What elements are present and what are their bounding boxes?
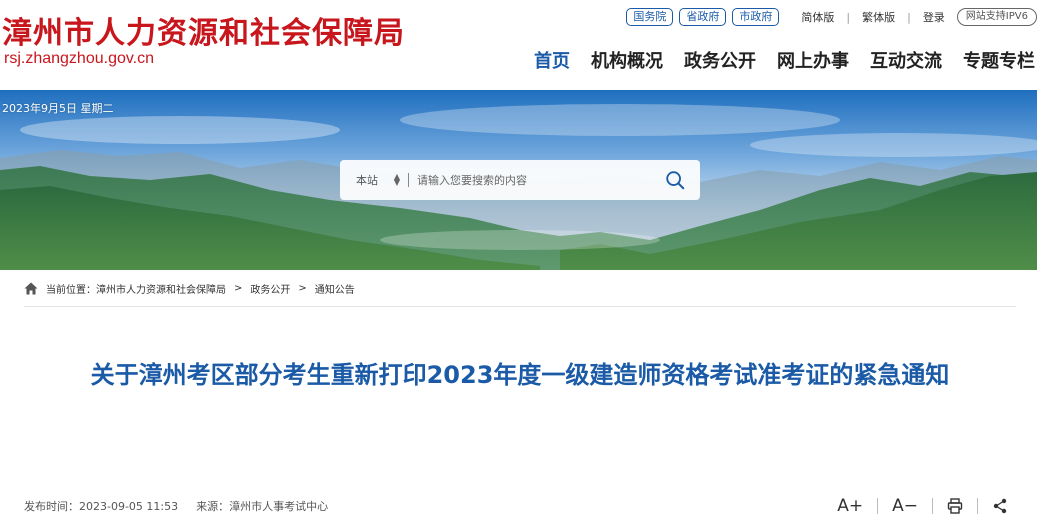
home-icon <box>24 282 38 295</box>
top-links: 国务院 省政府 市政府 简体版 | 繁体版 | 登录 网站支持IPV6 <box>626 8 1037 26</box>
ipv6-badge: 网站支持IPV6 <box>956 8 1037 26</box>
banner: 2023年9月5日 星期二 本站 ▲ ▼ <box>0 90 1037 270</box>
site-url: rsj.zhangzhou.gov.cn <box>4 50 155 67</box>
font-larger-button[interactable]: A+ <box>829 496 871 516</box>
breadcrumb-item-government-affairs[interactable]: 政务公开 <box>250 281 290 296</box>
divider <box>932 498 933 514</box>
nav-home[interactable]: 首页 <box>534 47 570 73</box>
breadcrumb-label: 当前位置： <box>46 285 96 296</box>
print-button[interactable] <box>939 498 971 514</box>
link-city-gov[interactable]: 市政府 <box>732 8 780 26</box>
search-input[interactable] <box>417 173 664 187</box>
link-provincial-gov[interactable]: 省政府 <box>679 8 727 26</box>
breadcrumb-separator: > <box>234 283 243 294</box>
publish-time: 发布时间：2023-09-05 11:53 <box>24 498 178 514</box>
current-date: 2023年9月5日 星期二 <box>2 102 114 115</box>
share-icon <box>993 498 1007 514</box>
divider <box>977 498 978 514</box>
publish-time-label: 发布时间： <box>24 500 79 513</box>
article-title: 关于漳州考区部分考生重新打印2023年度一级建造师资格考试准考证的紧急通知 <box>90 361 950 389</box>
article-meta: 发布时间：2023-09-05 11:53 来源：漳州市人事考试中心 A+ A− <box>24 496 1016 516</box>
link-state-council[interactable]: 国务院 <box>626 8 674 26</box>
site-header: 漳州市人力资源和社会保障局 rsj.zhangzhou.gov.cn 国务院 省… <box>0 0 1037 90</box>
traditional-chinese-link[interactable]: 繁体版 <box>862 9 895 25</box>
site-logo-title[interactable]: 漳州市人力资源和社会保障局 <box>2 8 405 52</box>
nav-interaction[interactable]: 互动交流 <box>870 47 942 73</box>
breadcrumb: 当前位置： 漳州市人力资源和社会保障局 > 政务公开 > 通知公告 <box>24 279 1016 307</box>
article-tools: A+ A− <box>829 496 1016 516</box>
nav-online-services[interactable]: 网上办事 <box>777 47 849 73</box>
print-icon <box>947 498 963 514</box>
search-icon[interactable] <box>664 169 686 191</box>
article-source: 来源：漳州市人事考试中心 <box>196 498 328 514</box>
breadcrumb-item-notices[interactable]: 通知公告 <box>315 281 355 296</box>
divider <box>877 498 879 514</box>
source-label: 来源： <box>196 500 230 513</box>
login-link[interactable]: 登录 <box>923 9 945 25</box>
divider: | <box>907 10 911 24</box>
divider <box>408 173 409 187</box>
main-nav: 首页 机构概况 政务公开 网上办事 互动交流 专题专栏 <box>513 47 1035 73</box>
font-smaller-button[interactable]: A− <box>884 496 926 516</box>
nav-organization[interactable]: 机构概况 <box>591 47 663 73</box>
share-button[interactable] <box>984 498 1016 514</box>
nav-government-affairs[interactable]: 政务公开 <box>684 47 756 73</box>
breadcrumb-item-home[interactable]: 漳州市人力资源和社会保障局 <box>96 281 226 296</box>
breadcrumb-separator: > <box>298 283 307 294</box>
nav-special-topics[interactable]: 专题专栏 <box>963 47 1035 73</box>
publish-time-value: 2023-09-05 11:53 <box>79 500 179 513</box>
simplified-chinese-link[interactable]: 简体版 <box>801 9 834 25</box>
search-scope-select[interactable]: 本站 <box>356 172 390 188</box>
divider: | <box>846 10 851 24</box>
source-value: 漳州市人事考试中心 <box>229 500 329 513</box>
search-bar: 本站 ▲ ▼ <box>340 160 700 200</box>
updown-arrow-icon[interactable]: ▲ ▼ <box>390 173 404 187</box>
